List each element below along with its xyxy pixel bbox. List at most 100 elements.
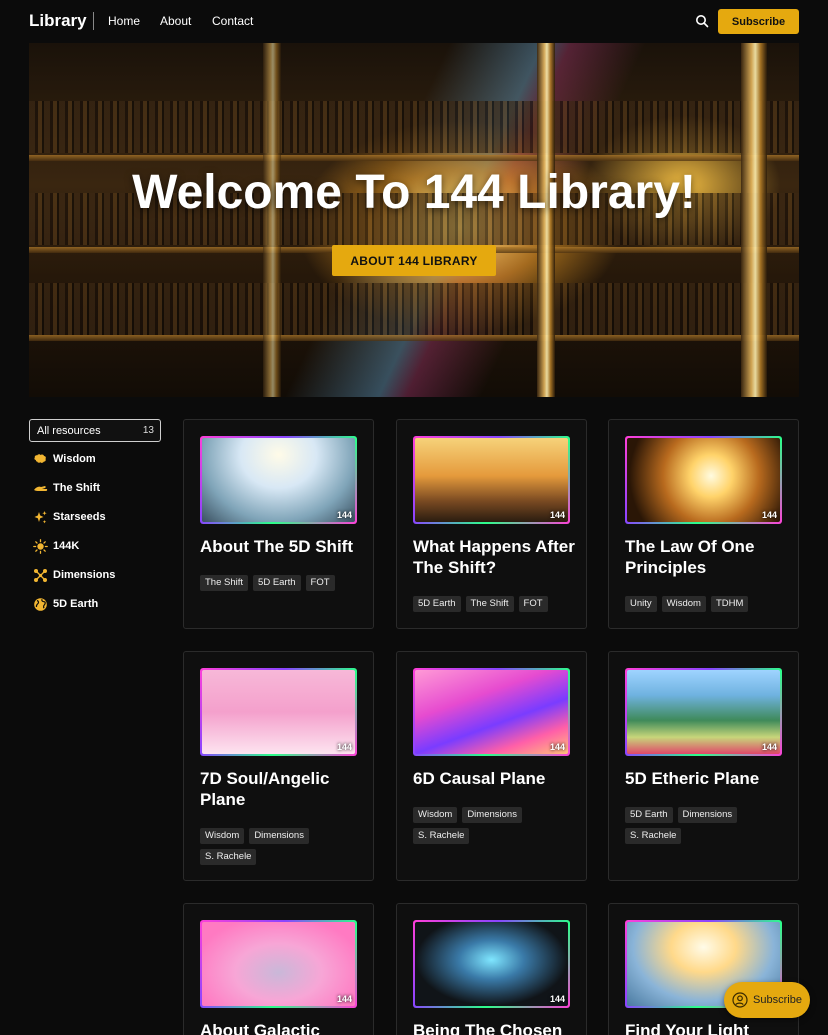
card-title: What Happens After The Shift? [413,537,575,577]
resource-card[interactable]: 144 What Happens After The Shift? 5D Ear… [396,419,587,629]
card-thumbnail: 144 [200,436,357,524]
resource-card[interactable]: 144 The Law Of One Principles Unity Wisd… [608,419,799,629]
brand-divider [93,12,94,30]
tag[interactable]: 5D Earth [625,807,673,823]
thumbnail-image: 144 [415,670,568,754]
brand-logo[interactable]: Library [29,11,87,31]
brain-icon [33,452,48,467]
about-library-button[interactable]: ABOUT 144 LIBRARY [332,245,496,276]
card-thumbnail: 144 [200,668,357,756]
card-title: 5D Etheric Plane [625,769,760,788]
user-circle-icon [732,992,748,1008]
tag[interactable]: S. Rachele [200,849,257,865]
sidebar-item-label: 5D Earth [53,598,99,610]
sidebar-item-5d-earth[interactable]: 5D Earth [33,595,98,613]
sun-icon [33,538,48,554]
tag[interactable]: Wisdom [413,807,458,823]
resource-card[interactable]: 144 About The 5D Shift The Shift 5D Eart… [183,419,374,629]
globe-icon [33,597,48,612]
tag[interactable]: Dimensions [249,828,309,844]
resource-card[interactable]: 144 Being The Chosen [396,903,587,1035]
card-thumbnail: 144 [200,920,357,1008]
resource-card[interactable]: 144 6D Causal Plane Wisdom Dimensions S.… [396,651,587,881]
card-title: The Law Of One Principles [625,537,755,577]
thumbnail-badge: 144 [549,994,565,1004]
card-title: Being The Chosen [413,1021,563,1035]
top-nav: Library Home About Contact Subscribe [0,0,828,43]
tag[interactable]: The Shift [200,575,249,591]
sparkles-icon [33,510,48,525]
card-tags: The Shift 5D Earth FOT [200,575,368,591]
thumbnail-image: 144 [627,438,780,522]
thumbnail-image: 144 [415,438,568,522]
card-thumbnail: 144 [413,668,570,756]
hero-pillar [263,43,281,397]
thumbnail-badge: 144 [336,994,352,1004]
tag[interactable]: TDHM [710,596,749,612]
nav-contact[interactable]: Contact [212,14,253,28]
hero-shelf [29,155,799,161]
tag[interactable]: 5D Earth [413,596,461,612]
tag[interactable]: 5D Earth [253,575,301,591]
card-tags: Wisdom Dimensions S. Rachele [413,807,581,844]
tag[interactable]: Dimensions [677,807,738,823]
nav-about[interactable]: About [160,14,191,28]
thumbnail-image: 144 [202,438,355,522]
tag[interactable]: Wisdom [200,828,245,844]
sidebar-item-label: Dimensions [53,569,116,581]
card-title: 7D Soul/Angelic Plane [200,769,330,809]
thumbnail-badge: 144 [336,510,352,520]
sidebar-item-label: Wisdom [53,453,96,465]
thumbnail-image: 144 [202,670,355,754]
all-resources-label: All resources [37,424,101,437]
all-resources-count: 13 [142,425,154,436]
sidebar-item-starseeds[interactable]: Starseeds [33,508,106,526]
hero-shelf [29,335,799,341]
card-title: About Galactic [200,1021,320,1035]
card-tags: Wisdom Dimensions S. Rachele [200,828,368,865]
card-tags: Unity Wisdom TDHM [625,596,793,612]
thumbnail-badge: 144 [761,510,777,520]
sidebar-item-label: The Shift [53,482,101,494]
card-thumbnail: 144 [625,668,782,756]
card-title: 6D Causal Plane [413,769,546,788]
sidebar-item-label: 144K [53,540,80,552]
card-title: Find Your Light [625,1021,750,1035]
resource-card[interactable]: 144 7D Soul/Angelic Plane Wisdom Dimensi… [183,651,374,881]
sidebar-item-the-shift[interactable]: The Shift [33,479,100,497]
card-thumbnail: 144 [413,920,570,1008]
floating-subscribe-button[interactable]: Subscribe [724,982,810,1018]
tag[interactable]: S. Rachele [413,828,470,844]
thumbnail-badge: 144 [336,742,352,752]
card-tags: 5D Earth Dimensions S. Rachele [625,807,793,844]
thumbnail-badge: 144 [761,742,777,752]
network-icon [33,568,48,583]
tag[interactable]: Dimensions [462,807,522,823]
card-title: About The 5D Shift [200,537,353,556]
sidebar-item-wisdom[interactable]: Wisdom [33,450,96,468]
thumbnail-badge: 144 [549,742,565,752]
card-tags: 5D Earth The Shift FOT [413,596,581,612]
search-icon[interactable] [694,13,710,29]
thumbnail-badge: 144 [549,510,565,520]
sidebar-item-144k[interactable]: 144K [33,537,79,555]
thumbnail-image: 144 [415,922,568,1006]
nav-home[interactable]: Home [108,14,140,28]
tag[interactable]: FOT [518,596,548,612]
resource-card[interactable]: 144 About Galactic [183,903,374,1035]
floating-subscribe-label: Subscribe [753,994,802,1006]
hero-bookshelf [29,101,799,153]
tag[interactable]: The Shift [465,596,514,612]
tag[interactable]: S. Rachele [625,828,682,844]
subscribe-button[interactable]: Subscribe [718,9,799,34]
card-thumbnail: 144 [413,436,570,524]
tag[interactable]: Wisdom [661,596,706,612]
tag[interactable]: FOT [305,575,335,591]
tag[interactable]: Unity [625,596,657,612]
resource-card[interactable]: 144 5D Etheric Plane 5D Earth Dimensions… [608,651,799,881]
sidebar-item-label: Starseeds [53,511,106,523]
sidebar-item-dimensions[interactable]: Dimensions [33,566,115,584]
all-resources-filter[interactable]: All resources 13 [29,419,161,442]
hero-title: Welcome To 144 Library! [132,166,696,219]
thumbnail-image: 144 [627,670,780,754]
